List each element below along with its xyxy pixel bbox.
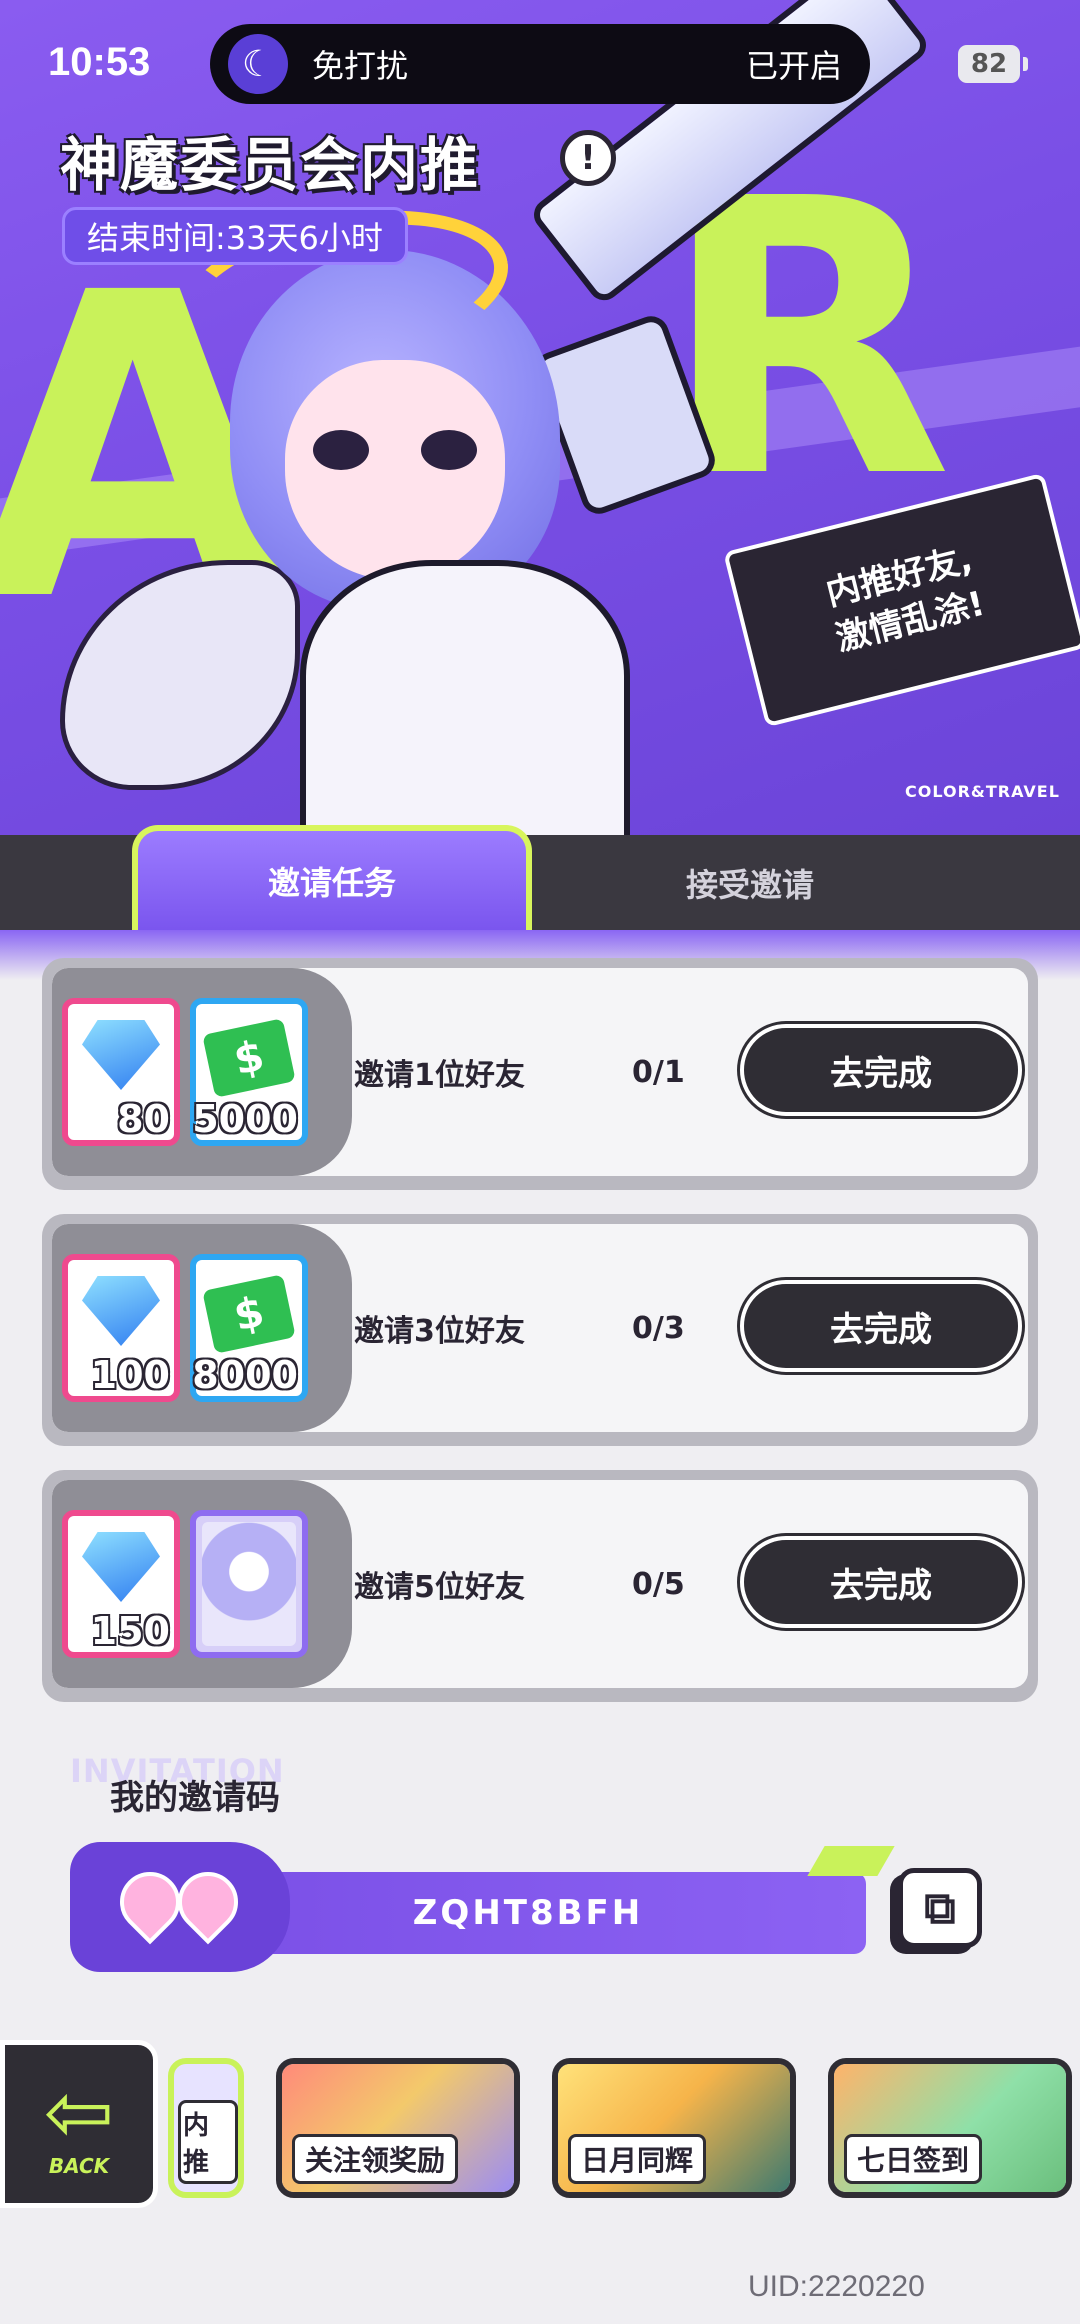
task-card-body: 150 邀请5位好友 0/5 去完成: [52, 1480, 1028, 1688]
task-card: 100 $ 8000 邀请3位好友 0/3 去完成: [42, 1214, 1038, 1446]
hero-banner: A R 10:53 ☾ 免打扰 已开启 82 神魔委员会内推 ! 结束时间:33…: [0, 0, 1080, 840]
info-icon[interactable]: !: [560, 130, 616, 186]
reward-diamond[interactable]: 80: [62, 998, 180, 1146]
battery-icon: 82: [958, 45, 1028, 83]
reward-quantity: 5000: [192, 1097, 298, 1141]
status-time: 10:53: [48, 40, 151, 84]
task-name: 邀请1位好友: [354, 1058, 525, 1093]
task-card: 150 邀请5位好友 0/5 去完成: [42, 1470, 1038, 1702]
invite-code: ZQHT8BFH: [412, 1893, 644, 1933]
cash-icon: $: [202, 1274, 296, 1354]
diamond-icon: [82, 1020, 160, 1090]
end-time-badge: 结束时间:33天6小时: [62, 207, 408, 265]
back-arrow-icon: ⇦: [43, 2063, 115, 2161]
character-face: [285, 360, 505, 580]
reward-quantity: 100: [90, 1353, 170, 1397]
task-progress: 0/3: [632, 1310, 685, 1346]
cash-icon: $: [202, 1018, 296, 1098]
user-id: UID:2220220: [748, 2270, 925, 2303]
diamond-icon: [82, 1276, 160, 1346]
go-complete-button[interactable]: 去完成: [740, 1280, 1022, 1372]
nav-item-sun-moon[interactable]: 日月同辉: [552, 2058, 796, 2198]
back-label: BACK: [48, 2154, 110, 2178]
character-eye: [313, 430, 369, 470]
reward-cash[interactable]: $ 5000: [190, 998, 308, 1146]
dnd-state: 已开启: [745, 47, 842, 85]
character-portrait: [202, 1522, 296, 1646]
page-title: 神魔委员会内推: [60, 131, 481, 199]
task-name: 邀请5位好友: [354, 1570, 525, 1605]
go-complete-button[interactable]: 去完成: [740, 1536, 1022, 1628]
invite-code-field[interactable]: ZQHT8BFH: [190, 1872, 866, 1954]
task-progress: 0/5: [632, 1566, 685, 1602]
tab-bar: 邀请任务 接受邀请: [0, 825, 1080, 931]
copy-code-button[interactable]: ⧉: [898, 1868, 982, 1948]
nav-item-follow-rewards[interactable]: 关注领奖励: [276, 2058, 520, 2198]
reward-quantity: 80: [117, 1097, 170, 1141]
reward-diamond[interactable]: 100: [62, 1254, 180, 1402]
nav-item-label: 内推: [178, 2100, 238, 2184]
task-card-body: 80 $ 5000 邀请1位好友 0/1 去完成: [52, 968, 1028, 1176]
reward-cash[interactable]: $ 8000: [190, 1254, 308, 1402]
nav-item-referral[interactable]: 内推: [168, 2058, 244, 2198]
character-eye: [421, 430, 477, 470]
nav-item-label: 七日签到: [844, 2134, 983, 2184]
task-progress: 0/1: [632, 1054, 685, 1090]
heart-badge: [70, 1842, 290, 1972]
task-card-body: 100 $ 8000 邀请3位好友 0/3 去完成: [52, 1224, 1028, 1432]
tab-accept-invite[interactable]: 接受邀请: [560, 835, 940, 931]
diamond-icon: [82, 1532, 160, 1602]
heart-icon: [165, 1859, 251, 1945]
task-card: 80 $ 5000 邀请1位好友 0/1 去完成: [42, 958, 1038, 1190]
reward-quantity: 8000: [192, 1353, 298, 1397]
dnd-label: 免打扰: [312, 47, 409, 85]
back-button[interactable]: ⇦ BACK: [0, 2040, 158, 2208]
nav-item-label: 日月同辉: [568, 2134, 707, 2184]
go-complete-button[interactable]: 去完成: [740, 1024, 1022, 1116]
reward-character[interactable]: [190, 1510, 308, 1658]
reward-diamond[interactable]: 150: [62, 1510, 180, 1658]
moon-icon: ☾: [228, 34, 288, 94]
brand-logo: COLOR&TRAVEL: [905, 782, 1060, 801]
reward-quantity: 150: [90, 1609, 170, 1653]
invite-code-title: 我的邀请码: [110, 1778, 280, 1818]
tab-invite-tasks[interactable]: 邀请任务: [132, 825, 532, 931]
nav-item-label: 关注领奖励: [292, 2134, 459, 2184]
character-body: [300, 560, 630, 840]
task-name: 邀请3位好友: [354, 1314, 525, 1349]
dnd-notification[interactable]: ☾ 免打扰 已开启: [210, 24, 870, 104]
nav-item-seven-day-checkin[interactable]: 七日签到: [828, 2058, 1072, 2198]
